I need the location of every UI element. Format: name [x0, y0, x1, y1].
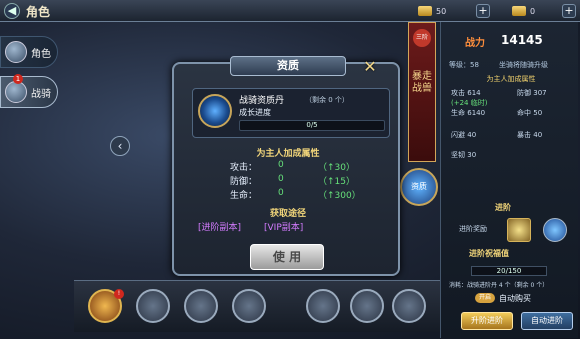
character-icon	[5, 41, 27, 63]
stat-tenacity: 坚韧 30	[451, 151, 477, 159]
stat-defense: 防御 307	[517, 89, 547, 97]
auto-buy-toggle[interactable]: 开启	[475, 293, 495, 303]
gold-icon	[418, 6, 432, 16]
close-icon[interactable]: ✕	[360, 58, 380, 78]
advance-button[interactable]: 升阶进阶	[461, 312, 513, 330]
add-diamond-button[interactable]: +	[562, 4, 576, 18]
reward-orb-icon[interactable]	[543, 218, 567, 242]
stat-hit: 命中 50	[517, 109, 543, 117]
use-button[interactable]: 使 用	[250, 244, 324, 270]
equip-slot-3[interactable]	[392, 289, 426, 323]
notification-badge: 1	[13, 74, 23, 84]
stat-crit: 暴击 40	[517, 131, 543, 139]
stat-row-defense: 防御： 0 （↑15）	[230, 174, 355, 187]
power-value: 14145	[501, 33, 543, 47]
consume-text: 消耗：战骑进阶丹 4 个（剩余 0 个）	[449, 282, 549, 289]
stat-value: 0	[278, 160, 284, 170]
slot-badge: !	[114, 289, 124, 299]
stat-label: 生命：	[230, 191, 258, 201]
aptitude-pill-icon[interactable]	[198, 94, 232, 128]
rank-badge: 三阶	[413, 29, 431, 47]
advance-title: 进阶	[495, 203, 511, 212]
diamond-amount: 0	[530, 6, 536, 16]
skill-slot-1[interactable]: !	[88, 289, 124, 323]
stat-value: 0	[278, 188, 284, 198]
bless-title: 进阶祝福值	[469, 249, 509, 258]
reward-book-icon[interactable]	[507, 218, 531, 242]
diamond-counter: 0	[512, 3, 535, 19]
skill-slot-2[interactable]	[136, 289, 170, 323]
dialog-title: 资质	[230, 56, 346, 76]
stat-attack: 攻击 614	[451, 89, 481, 97]
advance-reward-label: 进阶奖励	[459, 225, 487, 233]
item-name: 战骑资质丹	[239, 96, 285, 106]
stat-bonus: （↑30）	[318, 163, 355, 173]
right-bonus-head: 为主人加成属性	[486, 75, 536, 83]
source-title: 获取途径	[269, 209, 306, 219]
stat-row-attack: 攻击： 0 （↑30）	[230, 160, 355, 173]
stat-label: 攻击：	[230, 163, 258, 173]
back-icon[interactable]: ◀	[4, 3, 20, 19]
stat-dodge: 闪避 40	[451, 131, 477, 139]
stat-bonus: （↑300）	[318, 191, 361, 201]
stat-value: 0	[278, 174, 284, 184]
diamond-icon	[512, 6, 526, 16]
aptitude-dial-button[interactable]: 资质	[400, 168, 438, 206]
growth-progress-text: 0/5	[306, 121, 318, 129]
skill-slot-bar: !	[74, 280, 440, 332]
aptitude-dialog: 资质 ✕ 战骑资质丹 （剩余 0 个） 成长进度 0/5 为主人加成属性 攻击：…	[172, 56, 400, 276]
equip-slot-2[interactable]	[350, 289, 384, 323]
growth-progress-bar: 0/5	[239, 120, 385, 131]
mount-name-banner: 三阶 暴走战兽	[408, 22, 436, 162]
mount-name: 暴走战兽	[412, 71, 432, 94]
sidebar-item-label: 战骑	[31, 88, 51, 100]
growth-label: 成长进度	[239, 108, 271, 117]
item-remain: （剩余 0 个）	[305, 96, 349, 104]
skill-slot-3[interactable]	[184, 289, 218, 323]
power-label: 战力	[465, 38, 485, 49]
item-box: 战骑资质丹 （剩余 0 个） 成长进度 0/5	[192, 88, 390, 138]
add-gold-button[interactable]: +	[476, 4, 490, 18]
page-title: 角色	[26, 5, 51, 19]
mount-icon	[5, 81, 27, 103]
gold-counter: 50	[418, 3, 446, 19]
stat-label: 防御：	[230, 177, 258, 187]
sidebar-item-label: 角色	[31, 48, 51, 60]
stat-row-hp: 生命： 0 （↑300）	[230, 188, 361, 201]
gold-amount: 50	[436, 6, 447, 16]
skill-slot-4[interactable]	[232, 289, 266, 323]
source-link-vip[interactable]: [VIP副本]	[264, 220, 303, 233]
mount-info-panel: 战力 14145 等级：58 坐骑将随骑升级 为主人加成属性 攻击 614 (+…	[440, 22, 578, 338]
prev-mount-arrow[interactable]: ‹	[110, 136, 130, 156]
level-note: 坐骑将随骑升级	[499, 61, 548, 69]
stat-attack-extra: (+24 临时)	[451, 99, 488, 107]
stat-hp: 生命 6140	[451, 109, 486, 117]
equip-slot-1[interactable]	[306, 289, 340, 323]
top-bar: ◀ 角色 50 + 0 +	[0, 0, 580, 22]
bonus-title: 为主人加成属性	[256, 149, 320, 159]
source-link-advance[interactable]: [进阶副本]	[198, 220, 241, 233]
sidebar-item-character[interactable]: 角色	[0, 36, 58, 68]
auto-buy-label: 自动购买	[499, 294, 531, 303]
sidebar-item-mount[interactable]: 战骑 1	[0, 74, 58, 108]
auto-advance-button[interactable]: 自动进阶	[521, 312, 573, 330]
level-label: 等级：58	[449, 61, 479, 69]
bless-progress-bar: 20/150	[471, 266, 547, 276]
stat-bonus: （↑15）	[318, 177, 355, 187]
